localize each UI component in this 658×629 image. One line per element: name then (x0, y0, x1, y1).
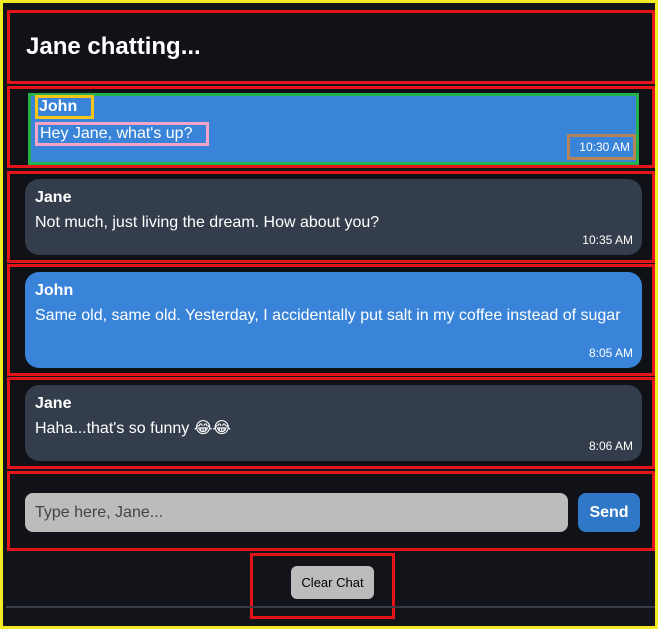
message-bubble-jane: Jane Not much, just living the dream. Ho… (25, 179, 642, 255)
message-time: 8:05 AM (588, 346, 633, 360)
message-text: Haha...that's so funny 😂😂 (35, 420, 232, 437)
message-time: 10:30 AM (579, 140, 630, 154)
message-sender: Jane (35, 189, 72, 206)
chat-window: Jane chatting... John Hey Jane, what's u… (0, 0, 658, 629)
message-bubble-jane: Jane Haha...that's so funny 😂😂 8:06 AM (25, 385, 642, 461)
page-title: Jane chatting... (26, 33, 201, 60)
message-row: Jane Not much, just living the dream. Ho… (7, 171, 655, 263)
clear-chat-button[interactable]: Clear Chat (291, 566, 374, 599)
message-bubble-john: John Hey Jane, what's up? 10:30 AM (28, 93, 639, 165)
composer: Send (7, 471, 655, 551)
message-sender: John (39, 98, 78, 115)
message-text: Hey Jane, what's up? (40, 125, 193, 142)
divider (6, 606, 655, 608)
message-sender: John (35, 282, 74, 299)
message-time: 8:06 AM (588, 439, 633, 453)
message-text: Same old, same old. Yesterday, I acciden… (35, 307, 621, 324)
chat-header: Jane chatting... (7, 10, 655, 84)
message-row: Jane Haha...that's so funny 😂😂 8:06 AM (7, 377, 655, 469)
message-row: John Same old, same old. Yesterday, I ac… (7, 264, 655, 376)
message-time: 10:35 AM (582, 233, 633, 247)
message-input[interactable] (25, 493, 568, 532)
message-bubble-john: John Same old, same old. Yesterday, I ac… (25, 272, 642, 368)
clear-chat-container: Clear Chat (250, 553, 395, 619)
message-text: Not much, just living the dream. How abo… (35, 214, 380, 231)
message-row: John Hey Jane, what's up? 10:30 AM (7, 86, 655, 168)
send-button[interactable]: Send (578, 493, 640, 532)
message-sender: Jane (35, 395, 72, 412)
